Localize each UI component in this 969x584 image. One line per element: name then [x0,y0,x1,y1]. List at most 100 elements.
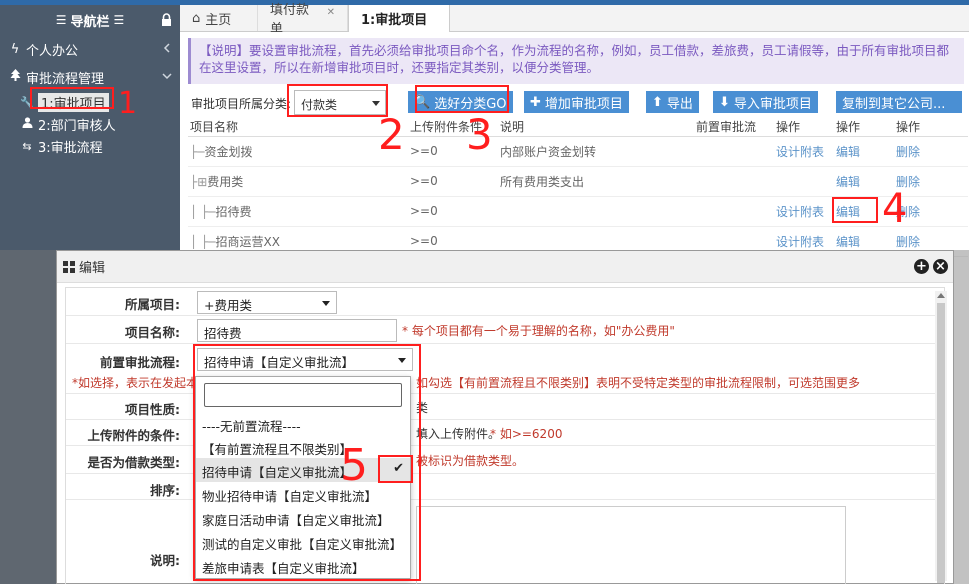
tab-home[interactable]: ⌂ 主页 [180,5,258,31]
sidebar-item-dept-reviewer[interactable]: 2:部门审核人 [0,113,180,135]
form-row-name: 项目名称: 招待费 * 每个项目都有一个易于理解的名称，如"办公费用" [66,316,944,344]
button-label: 增加审批项目 [544,96,623,112]
nature-label: 项目性质: [125,402,180,417]
modal-title: 编辑 [79,261,106,276]
item-cond: >=0 [408,166,498,197]
copy-company-button[interactable]: 复制到其它公司... [836,91,962,113]
desc-textarea[interactable] [416,506,846,584]
upload-label: 上传附件的条件: [87,428,181,443]
lock-icon[interactable] [161,13,172,26]
chevron-left-icon [163,43,170,53]
import-button[interactable]: ⬇ 导入审批项目 [713,91,818,113]
grid-icon [63,260,75,273]
item-name: 招待费 [215,204,252,219]
tab-bar: ⌂ 主页 填付款单 ✕ 1:审批项目 [180,0,969,37]
item-pre [694,136,774,167]
annotation-box-4 [832,197,878,223]
modal-header[interactable]: 编辑 + × [57,251,953,283]
edit-modal: 编辑 + × 所属项目: +费用类 项目名称: 招待费 * 每个项目都有一个易于… [56,250,954,584]
export-button[interactable]: ⬆ 导出 [646,91,699,113]
tree-icon [8,69,22,85]
annotation-box-5b [378,455,413,483]
annotation-number-2: 2 [378,110,405,159]
col-header[interactable]: 说明 [498,118,694,137]
loan-tail: 被标识为借款类型。 [416,454,525,468]
edit-link[interactable]: 编辑 [834,136,894,167]
annotation-number-5: 5 [340,440,368,491]
retweet-icon: ⇆ [22,139,32,153]
table-header-row: 项目名称 上传附件条件 说明 前置审批流 操作 操作 操作 [188,118,968,137]
tab-label: 1:审批项目 [361,13,428,28]
button-label: 导出 [666,96,693,112]
maximize-icon[interactable]: + [914,259,929,274]
table-row: ├─资金划拨 >=0 内部账户资金划转 设计附表 编辑 删除 [188,136,968,167]
delete-link[interactable]: 删除 [894,136,968,167]
col-header: 操作 [894,118,968,137]
item-pre [694,196,774,227]
sidebar-group-personal[interactable]: ϟ 个人办公 [0,35,180,63]
button-label: 复制到其它公司... [842,96,946,112]
design-table-link[interactable]: 设计附表 [774,136,834,167]
col-header[interactable]: 项目名称 [188,118,408,137]
tab-approval-items[interactable]: 1:审批项目 [348,5,450,32]
category-label: 审批项目所属分类: [191,97,292,111]
name-input[interactable]: 招待费 [197,319,397,342]
sidebar-item-approval-flow[interactable]: ⇆ 3:审批流程 [0,135,180,157]
item-desc: 所有费用类支出 [498,166,694,197]
annotation-box-3 [415,85,509,113]
notice-box: 【说明】要设置审批流程，首先必须给审批项目命个名，作为流程的名称，例如，员工借款… [188,38,964,84]
sidebar-header[interactable]: ☰ 导航栏 ☰ [0,5,180,35]
annotation-number-1: 1 [118,86,138,121]
scroll-thumb[interactable] [937,303,945,583]
items-table: 项目名称 上传附件条件 说明 前置审批流 操作 操作 操作 ├─资金划拨 >=0… [188,118,968,257]
form-row-parent: 所属项目: +费用类 [66,288,944,316]
parent-label: 所属项目: [125,297,180,312]
pre-flow-label: 前置审批流程: [100,355,180,370]
tab-label: 主页 [205,12,232,28]
item-pre [694,166,774,197]
tree-branch-icon: │ ├─ [190,234,216,249]
col-header: 操作 [834,118,894,137]
close-icon[interactable]: × [933,259,948,274]
parent-select[interactable]: +费用类 [197,291,337,314]
sidebar-group-label: 个人办公 [26,43,79,59]
design-table-link[interactable]: 设计附表 [774,196,834,227]
item-desc: 内部账户资金划转 [498,136,694,167]
scroll-up-icon[interactable] [937,293,945,298]
modal-scrollbar[interactable] [935,291,947,583]
upload-hint: * 如>=6200 [490,427,563,441]
tab-fill-payment[interactable]: 填付款单 ✕ [258,3,348,37]
add-item-button[interactable]: ✚ 增加审批项目 [524,91,629,113]
tree-expand-icon[interactable]: ├⊞ [190,175,207,189]
item-name: 招商运营XX [215,234,280,249]
sidebar-title: 导航栏 [70,14,110,30]
col-header: 操作 [774,118,834,137]
item-name: 费用类 [207,174,244,189]
design-table-link[interactable] [774,166,834,197]
loan-label: 是否为借款类型: [87,455,181,470]
item-name: 资金划拨 [204,144,253,159]
button-label: 导入审批项目 [733,96,812,112]
arrow-up-icon: ⬆ [652,94,663,110]
close-icon[interactable]: ✕ [327,7,335,18]
chevron-down-icon [162,73,172,80]
sidebar-item-label: 2:部门审核人 [38,118,116,134]
parent-select-value: +费用类 [204,298,252,313]
annotation-box-2 [287,84,388,117]
name-hint: * 每个项目都有一个易于理解的名称，如"办公费用" [402,324,675,338]
annotation-number-3: 3 [466,110,493,159]
upload-tail: 填入上传附件。 [416,427,501,441]
annotation-number-4: 4 [882,186,908,232]
sidebar-item-label: 3:审批流程 [38,140,103,156]
caret-down-icon [322,301,330,306]
arrow-down-icon: ⬇ [719,94,730,110]
menu-icon: ☰ [113,13,125,27]
col-header[interactable]: 前置审批流 [694,118,774,137]
desc-label: 说明: [150,553,180,568]
annotation-box-1 [30,87,114,109]
menu-icon: ☰ [55,13,67,27]
user-icon [20,117,34,131]
sidebar-group-label: 审批流程管理 [26,71,105,87]
order-label: 排序: [150,483,180,498]
plus-icon: ✚ [530,94,541,110]
